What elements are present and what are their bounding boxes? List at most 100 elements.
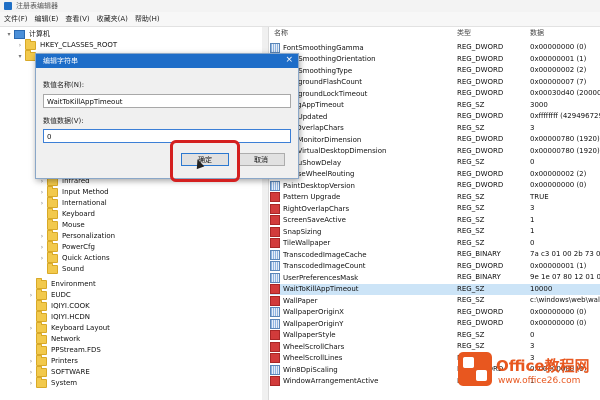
- tree-node[interactable]: Keyboard: [39, 207, 95, 219]
- value-type: REG_DWORD: [457, 54, 504, 63]
- tree-node[interactable]: › Keyboard Layout: [28, 321, 110, 333]
- value-type: REG_DWORD: [457, 66, 504, 74]
- tree-node[interactable]: › SOFTWARE: [28, 365, 90, 377]
- table-row[interactable]: WallpaperStyle REG_SZ 0: [270, 330, 600, 341]
- column-header-data[interactable]: 数据: [530, 27, 544, 39]
- value-data: 0x00000001 (1): [530, 261, 587, 270]
- binary-value-icon: [270, 272, 280, 283]
- tree-node[interactable]: › System: [28, 376, 77, 388]
- table-row[interactable]: PaintDesktopVersion REG_DWORD 0x00000000 (…: [270, 180, 600, 191]
- tree-node-label: Quick Actions: [62, 254, 110, 262]
- table-row[interactable]: WallpaperOriginX REG_DWORD 0x00000000 (0): [270, 307, 600, 318]
- value-name: Pattern Upgrade: [283, 193, 341, 201]
- value-name: WaitToKillAppTimeout: [283, 285, 359, 293]
- folder-icon: [25, 38, 36, 50]
- close-icon[interactable]: ×: [285, 55, 293, 65]
- tree-node-label: Environment: [51, 280, 96, 288]
- tree-node[interactable]: › PowerCfg: [39, 240, 95, 252]
- table-row[interactable]: ForegroundLockTimeout REG_DWORD 0x00030d40…: [270, 88, 600, 99]
- column-header-name[interactable]: 名称: [274, 27, 288, 39]
- value-name: SnapSizing: [283, 227, 322, 236]
- table-row[interactable]: Pattern Upgrade REG_SZ TRUE: [270, 192, 600, 203]
- chevron-right-icon[interactable]: ›: [39, 200, 45, 207]
- tree-node[interactable]: › HKEY_CLASSES_ROOT: [17, 38, 117, 50]
- regedit-app-icon: [4, 2, 12, 10]
- table-row[interactable]: MouseWheelRouting REG_DWORD 0x00000002 (2): [270, 169, 600, 180]
- menu-item[interactable]: 收藏夹(A): [97, 14, 128, 24]
- table-row[interactable]: ScreenSaveActive REG_SZ 1: [270, 215, 600, 226]
- table-row[interactable]: ForegroundFlashCount REG_DWORD 0x00000007 …: [270, 77, 600, 88]
- value-type: REG_SZ: [457, 192, 485, 201]
- table-row[interactable]: UserPreferencesMask REG_BINARY 9e 1e 07 80…: [270, 272, 600, 283]
- table-row[interactable]: LastUpdated REG_DWORD 0xffffffff (42949672…: [270, 111, 600, 122]
- table-row[interactable]: MaxVirtualDesktopDimension REG_DWORD 0x000…: [270, 146, 600, 157]
- tree-node[interactable]: PPStream.FDS: [28, 343, 101, 355]
- menu-item[interactable]: 帮助(H): [135, 14, 160, 24]
- value-type: REG_DWORD: [457, 135, 504, 143]
- menu-item[interactable]: 文件(F): [4, 14, 28, 24]
- table-row[interactable]: FontSmoothingOrientation REG_DWORD 0x00000…: [270, 54, 600, 65]
- value-name-label: 数值名称(N):: [43, 81, 85, 89]
- table-row[interactable]: TileWallpaper REG_SZ 0: [270, 238, 600, 249]
- table-row[interactable]: HungAppTimeout REG_SZ 3000: [270, 100, 600, 111]
- chevron-down-icon[interactable]: ▾: [6, 31, 12, 38]
- tree-node[interactable]: Mouse: [39, 218, 85, 230]
- table-row[interactable]: LeftOverlapChars REG_SZ 3: [270, 123, 600, 134]
- tree-node[interactable]: IQIYI.HCDN: [28, 310, 90, 322]
- binary-value-icon: [270, 42, 280, 53]
- value-data: 3: [530, 342, 535, 350]
- value-type: REG_SZ: [457, 215, 485, 224]
- table-row[interactable]: TranscodedImageCache REG_BINARY 7a c3 01 0…: [270, 249, 600, 260]
- chevron-right-icon[interactable]: ›: [17, 42, 23, 49]
- chevron-right-icon[interactable]: ›: [28, 369, 34, 376]
- tree-node[interactable]: Sound: [39, 262, 84, 274]
- value-type: REG_DWORD: [457, 181, 504, 189]
- table-row[interactable]: RightOverlapChars REG_SZ 3: [270, 203, 600, 214]
- table-row[interactable]: WaitToKillAppTimeout REG_SZ 10000: [270, 283, 600, 295]
- chevron-down-icon[interactable]: ▾: [17, 53, 23, 60]
- table-row[interactable]: TranscodedImageCount REG_DWORD 0x00000001 …: [270, 261, 600, 272]
- dialog-title: 编辑字符串: [43, 57, 78, 65]
- value-type: REG_DWORD: [457, 261, 504, 270]
- tree-node[interactable]: Network: [28, 332, 80, 344]
- tree-node[interactable]: › Quick Actions: [39, 251, 110, 263]
- dialog-title-bar: 编辑字符串 ×: [36, 54, 298, 68]
- cancel-button[interactable]: 取消: [237, 153, 285, 166]
- value-data: 3: [530, 123, 535, 132]
- tree-node[interactable]: › Input Method: [39, 185, 109, 197]
- chevron-right-icon[interactable]: ›: [39, 244, 45, 251]
- column-header-type[interactable]: 类型: [457, 27, 471, 39]
- tree-node[interactable]: › International: [39, 196, 107, 208]
- folder-icon: [36, 277, 47, 289]
- chevron-right-icon[interactable]: ›: [39, 233, 45, 240]
- tree-node[interactable]: ▾ 计算机: [6, 29, 50, 39]
- chevron-right-icon[interactable]: ›: [28, 380, 34, 387]
- table-row[interactable]: MenuShowDelay REG_SZ 0: [270, 157, 600, 168]
- table-row[interactable]: SnapSizing REG_SZ 1: [270, 226, 600, 237]
- chevron-right-icon[interactable]: ›: [28, 325, 34, 332]
- value-data-input[interactable]: 0: [43, 129, 291, 143]
- value-data-label: 数值数据(V):: [43, 117, 84, 125]
- table-row[interactable]: FontSmoothingGamma REG_DWORD 0x00000000 (0…: [270, 42, 600, 53]
- chevron-right-icon[interactable]: ›: [39, 255, 45, 262]
- table-row[interactable]: WheelScrollChars REG_SZ 3: [270, 341, 600, 352]
- table-row[interactable]: WallpaperOriginY REG_DWORD 0x00000000 (0): [270, 318, 600, 329]
- tree-node[interactable]: › Personalization: [39, 229, 115, 241]
- table-row[interactable]: WallPaper REG_SZ c:\windows\web\wallp: [270, 295, 600, 306]
- value-name-field[interactable]: WaitToKillAppTimeout: [43, 94, 291, 108]
- chevron-right-icon[interactable]: ›: [28, 292, 34, 299]
- computer-icon: [14, 29, 25, 39]
- tree-node[interactable]: › Printers: [28, 354, 78, 366]
- value-data: 0x00000780 (1920): [530, 146, 600, 155]
- chevron-right-icon[interactable]: ›: [28, 358, 34, 365]
- value-data: 0x00030d40 (200000): [530, 89, 600, 97]
- chevron-right-icon[interactable]: ›: [39, 189, 45, 196]
- table-row[interactable]: FontSmoothingType REG_DWORD 0x00000002 (2): [270, 65, 600, 76]
- menu-item[interactable]: 编辑(E): [35, 14, 59, 24]
- tree-node[interactable]: › EUDC: [28, 288, 71, 300]
- tree-node[interactable]: Environment: [28, 277, 96, 289]
- value-name: TranscodedImageCache: [283, 250, 367, 259]
- tree-node[interactable]: IQIYI.COOK: [28, 299, 90, 311]
- table-row[interactable]: MaxMonitorDimension REG_DWORD 0x00000780 (…: [270, 134, 600, 145]
- menu-item[interactable]: 查看(V): [65, 14, 89, 24]
